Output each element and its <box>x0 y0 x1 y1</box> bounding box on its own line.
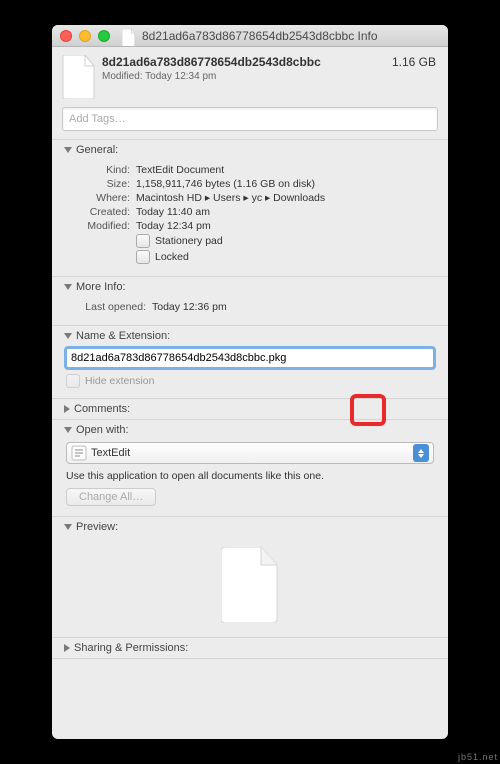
watermark: jb51.net <box>458 752 498 762</box>
disclosure-triangle-icon <box>64 147 72 153</box>
file-name: 8d21ad6a783d86778654db2543d8cbbc <box>102 55 388 69</box>
section-general[interactable]: General: <box>52 139 448 160</box>
document-icon <box>62 55 96 99</box>
filename-input[interactable] <box>66 348 434 368</box>
open-with-select[interactable]: TextEdit <box>66 442 434 464</box>
zoom-button[interactable] <box>98 30 110 42</box>
header: 8d21ad6a783d86778654db2543d8cbbc Modifie… <box>52 47 448 107</box>
where-value: Macintosh HD ▸ Users ▸ yc ▸ Downloads <box>136 192 434 204</box>
more-info-body: Last opened:Today 12:36 pm <box>52 297 448 325</box>
preview-document-icon <box>221 547 279 623</box>
minimize-button[interactable] <box>79 30 91 42</box>
disclosure-triangle-icon <box>64 405 70 413</box>
stationery-checkbox[interactable] <box>136 234 150 248</box>
close-button[interactable] <box>60 30 72 42</box>
disclosure-triangle-icon <box>64 644 70 652</box>
file-size: 1.16 GB <box>392 55 436 99</box>
disclosure-triangle-icon <box>64 284 72 290</box>
modified-value: Today 12:34 pm <box>136 220 434 232</box>
disclosure-triangle-icon <box>64 524 72 530</box>
locked-checkbox[interactable] <box>136 250 150 264</box>
textedit-app-icon <box>71 445 87 461</box>
change-all-button: Change All… <box>66 488 156 506</box>
created-value: Today 11:40 am <box>136 206 434 218</box>
size-value: 1,158,911,746 bytes (1.16 GB on disk) <box>136 178 434 190</box>
window-title: 8d21ad6a783d86778654db2543d8cbbc Info <box>142 29 440 43</box>
modified-label: Modified: Today 12:34 pm <box>102 71 388 82</box>
section-open-with[interactable]: Open with: <box>52 419 448 440</box>
section-more-info[interactable]: More Info: <box>52 276 448 297</box>
preview-body <box>52 537 448 637</box>
open-with-body: TextEdit Use this application to open al… <box>52 440 448 516</box>
tags-field[interactable] <box>62 107 438 131</box>
general-body: Kind:TextEdit Document Size:1,158,911,74… <box>52 160 448 276</box>
section-name-extension[interactable]: Name & Extension: <box>52 325 448 346</box>
hide-extension-checkbox <box>66 374 80 388</box>
last-opened-value: Today 12:36 pm <box>152 301 434 313</box>
titlebar-document-icon <box>122 29 136 43</box>
section-sharing[interactable]: Sharing & Permissions: <box>52 637 448 659</box>
open-with-description: Use this application to open all documen… <box>66 470 434 482</box>
section-preview[interactable]: Preview: <box>52 516 448 537</box>
titlebar[interactable]: 8d21ad6a783d86778654db2543d8cbbc Info <box>52 25 448 47</box>
disclosure-triangle-icon <box>64 333 72 339</box>
disclosure-triangle-icon <box>64 427 72 433</box>
info-window: 8d21ad6a783d86778654db2543d8cbbc Info 8d… <box>52 25 448 739</box>
section-comments[interactable]: Comments: <box>52 398 448 419</box>
kind-value: TextEdit Document <box>136 164 434 176</box>
name-ext-body: Hide extension <box>52 346 448 398</box>
tags-input[interactable] <box>62 107 438 131</box>
select-arrows-icon <box>413 444 429 462</box>
